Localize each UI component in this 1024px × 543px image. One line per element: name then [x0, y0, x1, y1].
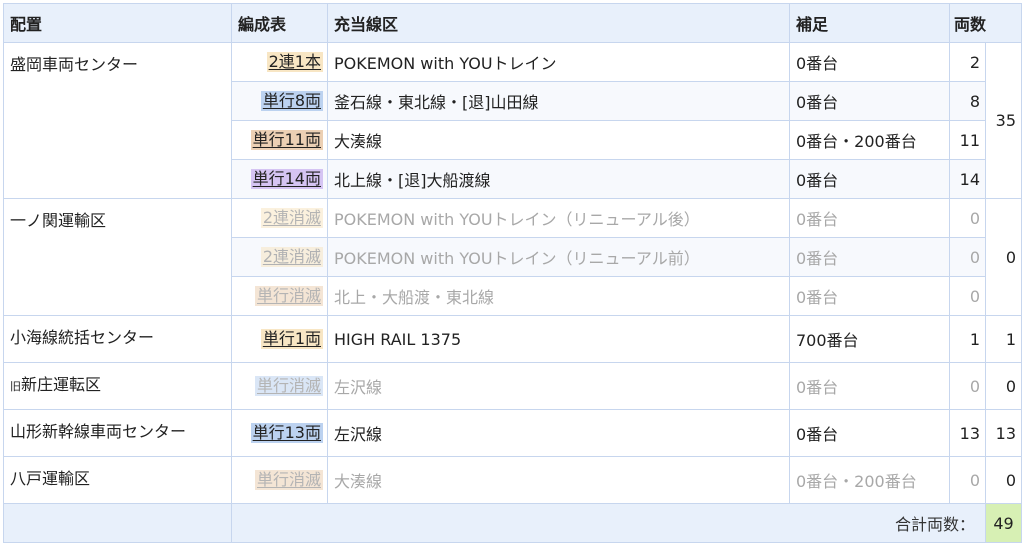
roster-table: 配置 編成表 充当線区 補足 両数 盛岡車両センター 2連1本 POKEMON wi… [3, 3, 1023, 543]
table-row: 盛岡車両センター 2連1本 POKEMON with YOUトレイン 0番台 2 35 [3, 42, 1023, 199]
depot-label: 盛岡車両センター [10, 55, 139, 74]
total-label: 合計両数： [231, 503, 986, 543]
route-cell: POKEMON with YOUトレイン（リニューアル後） [327, 198, 790, 238]
table-row: 八戸運輸区 単行消滅 大湊線 0番台・200番台 0 0 [3, 456, 1023, 504]
header-count: 両数 [948, 3, 1023, 43]
formation-cell: 2連消滅 [231, 237, 328, 277]
route-cell: POKEMON with YOUトレイン [327, 42, 790, 82]
formation-cell: 単行消滅 [231, 456, 328, 504]
depot-total: 1 [984, 315, 1023, 363]
count-cell: 0 [949, 362, 986, 410]
note-cell: 0番台 [789, 159, 950, 199]
depot-name: 旧新庄運転区 [3, 362, 232, 410]
depot-total: 13 [984, 409, 1023, 457]
count-cell: 8 [949, 81, 986, 121]
count-cell: 2 [949, 42, 986, 82]
formation-link[interactable]: 単行1両 [260, 329, 323, 349]
formation-link[interactable]: 単行消滅 [254, 376, 323, 396]
footer-row: 合計両数： 49 [3, 503, 1023, 543]
header-row: 配置 編成表 充当線区 補足 両数 [3, 3, 1023, 43]
formation-link[interactable]: 単行消滅 [254, 470, 323, 490]
depot-total: 0 [984, 456, 1023, 504]
note-cell: 0番台 [789, 362, 950, 410]
formation-link[interactable]: 2連1本 [266, 52, 323, 72]
note-cell: 0番台 [789, 276, 950, 316]
formation-cell: 単行14両 [231, 159, 328, 199]
formation-cell: 単行8両 [231, 81, 328, 121]
route-cell: HIGH RAIL 1375 [327, 315, 790, 363]
formation-link[interactable]: 2連消滅 [260, 247, 323, 267]
formation-link[interactable]: 単行8両 [260, 91, 323, 111]
formation-cell: 2連1本 [231, 42, 328, 82]
total-value: 49 [984, 503, 1023, 543]
table-row: 山形新幹線車両センター 単行13両 左沢線 0番台 13 13 [3, 409, 1023, 457]
formation-cell: 2連消滅 [231, 198, 328, 238]
route-cell: 左沢線 [327, 362, 790, 410]
formation-link[interactable]: 単行13両 [250, 423, 323, 443]
count-cell: 0 [949, 198, 986, 238]
count-cell: 13 [949, 409, 986, 457]
formation-cell: 単行消滅 [231, 362, 328, 410]
formation-cell: 単行11両 [231, 120, 328, 160]
depot-total: 0 [984, 362, 1023, 410]
header-formation: 編成表 [231, 3, 328, 43]
count-cell: 0 [949, 237, 986, 277]
route-cell: 釜石線・東北線・[退]山田線 [327, 81, 790, 121]
depot-label: 一ノ関運輸区 [10, 211, 107, 230]
note-cell: 0番台・200番台 [789, 456, 950, 504]
note-cell: 0番台 [789, 198, 950, 238]
depot-name: 八戸運輸区 [3, 456, 232, 504]
depot-total: 35 [984, 42, 1023, 199]
note-cell: 700番台 [789, 315, 950, 363]
route-cell: 大湊線 [327, 120, 790, 160]
depot-label: 山形新幹線車両センター [10, 422, 187, 441]
formation-link[interactable]: 単行14両 [250, 169, 323, 189]
roster-body: 盛岡車両センター 2連1本 POKEMON with YOUトレイン 0番台 2 35 単行… [3, 42, 1023, 504]
header-route: 充当線区 [327, 3, 790, 43]
depot-name: 小海線統括センター [3, 315, 232, 363]
header-note: 補足 [789, 3, 950, 43]
formation-link[interactable]: 単行11両 [250, 130, 323, 150]
note-cell: 0番台・200番台 [789, 120, 950, 160]
header-depot: 配置 [3, 3, 232, 43]
note-cell: 0番台 [789, 42, 950, 82]
count-cell: 14 [949, 159, 986, 199]
route-cell: 左沢線 [327, 409, 790, 457]
depot-name: 盛岡車両センター [3, 42, 232, 199]
depot-total: 0 [984, 198, 1023, 316]
formation-cell: 単行消滅 [231, 276, 328, 316]
count-cell: 0 [949, 456, 986, 504]
table-row: 旧新庄運転区 単行消滅 左沢線 0番台 0 0 [3, 362, 1023, 410]
note-cell: 0番台 [789, 409, 950, 457]
count-cell: 0 [949, 276, 986, 316]
formation-link[interactable]: 2連消滅 [260, 208, 323, 228]
route-cell: POKEMON with YOUトレイン（リニューアル前） [327, 237, 790, 277]
count-cell: 11 [949, 120, 986, 160]
route-cell: 北上・大船渡・東北線 [327, 276, 790, 316]
count-cell: 1 [949, 315, 986, 363]
table-row: 小海線統括センター 単行1両 HIGH RAIL 1375 700番台 1 1 [3, 315, 1023, 363]
formation-cell: 単行13両 [231, 409, 328, 457]
formation-cell: 単行1両 [231, 315, 328, 363]
note-cell: 0番台 [789, 237, 950, 277]
depot-label: 新庄運転区 [21, 375, 102, 394]
footer-spacer [3, 503, 232, 543]
depot-name: 山形新幹線車両センター [3, 409, 232, 457]
depot-label: 小海線統括センター [10, 328, 155, 347]
route-cell: 北上線・[退]大船渡線 [327, 159, 790, 199]
route-cell: 大湊線 [327, 456, 790, 504]
table-row: 一ノ関運輸区 2連消滅 POKEMON with YOUトレイン（リニューアル後） 0… [3, 198, 1023, 316]
depot-name: 一ノ関運輸区 [3, 198, 232, 316]
depot-label: 八戸運輸区 [10, 469, 91, 488]
formation-link[interactable]: 単行消滅 [254, 286, 323, 306]
note-cell: 0番台 [789, 81, 950, 121]
depot-prefix: 旧 [10, 380, 21, 393]
